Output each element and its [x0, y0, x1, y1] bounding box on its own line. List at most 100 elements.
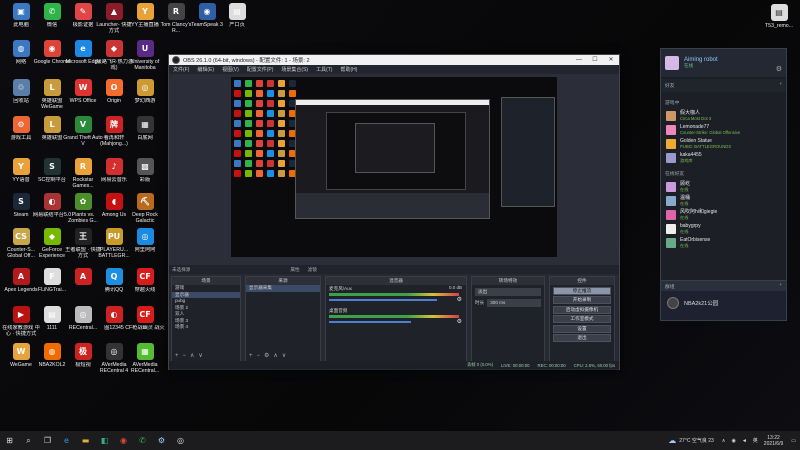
store-icon[interactable]: ◧: [95, 431, 114, 450]
menu-item[interactable]: 编辑(E): [197, 66, 214, 73]
filters-button[interactable]: 滤镜: [308, 267, 317, 273]
obs-window[interactable]: OBS 26.1.0 (64-bit, windows) - 配置文件: 1 -…: [168, 54, 620, 370]
app-icon: ♲: [12, 79, 30, 96]
volume-slider[interactable]: [329, 299, 437, 301]
preview-icon: [245, 90, 252, 97]
friend-item[interactable]: 温桶 在线: [661, 194, 786, 208]
add-group-icon[interactable]: +: [779, 283, 782, 288]
search-icon[interactable]: ⌕: [19, 431, 38, 450]
wechat-icon[interactable]: ✆: [133, 431, 152, 450]
control-button[interactable]: 工作室模式: [553, 315, 611, 323]
network-icon[interactable]: ◉: [731, 438, 735, 444]
app-icon: ▣: [12, 3, 30, 20]
scene-item[interactable]: 场景 4: [172, 324, 240, 331]
friend-status: 在线: [680, 215, 689, 221]
preview-icon: [234, 120, 241, 127]
volume-icon[interactable]: ◄: [742, 438, 747, 444]
desktop-icon[interactable]: ◎ 阿里阿阿: [126, 228, 164, 266]
steam-taskbar-icon[interactable]: ⚙: [152, 431, 171, 450]
obs-taskbar-icon[interactable]: ◎: [171, 431, 190, 450]
friend-item[interactable]: EatOrbisense 在线: [661, 236, 786, 250]
obs-logo-icon: [172, 56, 180, 64]
explorer-icon[interactable]: ▬: [76, 431, 95, 450]
friend-item[interactable]: Lemonade77 Counter-Strike: Global Offensi…: [661, 123, 786, 137]
steam-friends-window[interactable]: Aiming robot 在线 ⚙ 好友 + 游戏中 假大咖人 Circa Mos…: [660, 48, 787, 321]
desktop-icon-label: 彩版: [139, 177, 151, 183]
ime-indicator[interactable]: 英: [753, 437, 758, 444]
sources-panel: 来源 显示器采集 +−⚙∧∨: [245, 276, 321, 362]
friend-item[interactable]: Golden Statue PUBG: BATTLEGROUNDS: [661, 137, 786, 151]
preview-icon: [245, 140, 252, 147]
weather-text[interactable]: 27°C 空气良 23: [679, 437, 714, 444]
menu-item[interactable]: 工具(T): [316, 66, 332, 73]
group-name: NBA2k21公园: [684, 301, 719, 307]
online-friends: 顾屹 在线 温桶 在线 风吹阿hi和giegie 在线 babygrpy 在线 EatOrbis…: [661, 180, 786, 250]
desktop-icon[interactable]: ▤ 产口页: [218, 3, 256, 41]
preview-icon: [267, 80, 274, 87]
friend-item[interactable]: kaka4455 游戏库: [661, 151, 786, 165]
app-icon: A: [74, 268, 92, 285]
friend-item[interactable]: 顾屹 在线: [661, 180, 786, 194]
control-button[interactable]: 启动虚拟摄像机: [553, 305, 611, 314]
control-button[interactable]: 开始录制: [553, 296, 611, 304]
obs-title-bar[interactable]: OBS 26.1.0 (64-bit, windows) - 配置文件: 1 -…: [169, 55, 619, 65]
app-icon: W: [12, 343, 30, 360]
maximize-icon[interactable]: ☐: [587, 55, 603, 65]
minimize-icon[interactable]: —: [571, 55, 587, 65]
desktop-icon[interactable]: ▩ 彩版: [126, 158, 164, 196]
mixer-track: 麦克风/Aux 0.0 dB ⚙: [326, 285, 466, 307]
transition-select[interactable]: 淡出: [475, 288, 541, 296]
duration-input[interactable]: 300 ms: [487, 299, 541, 307]
desktop-icon[interactable]: ▤ T53_remo...: [760, 4, 798, 42]
obs-preview[interactable]: [231, 77, 557, 257]
group-item[interactable]: NBA2k21公园: [661, 291, 786, 315]
preview-icon: [245, 120, 252, 127]
add-friend-icon[interactable]: +: [779, 82, 782, 87]
preview-content: [231, 77, 557, 257]
settings-gear-icon[interactable]: ⚙: [776, 65, 782, 73]
menu-item[interactable]: 场景集合(S): [281, 66, 308, 73]
source-item[interactable]: 显示器采集: [246, 285, 320, 292]
friend-item[interactable]: 风吹阿hi和giegie 在线: [661, 208, 786, 222]
app-icon: ✆: [43, 3, 61, 20]
friends-section-header: 好友 +: [661, 79, 786, 92]
edge-icon[interactable]: e: [57, 431, 76, 450]
speaker-icon[interactable]: ⚙: [457, 296, 462, 303]
preview-desktop-icons: [234, 80, 297, 177]
volume-slider[interactable]: [329, 321, 411, 323]
source-add-remove-icons[interactable]: +−⚙∧∨: [249, 352, 290, 359]
clock[interactable]: 13:22 2021/6/9: [764, 435, 783, 447]
notification-icon[interactable]: ▭: [791, 438, 796, 444]
avatar[interactable]: [665, 56, 679, 70]
menu-item[interactable]: 文件(F): [173, 66, 189, 73]
speaker-icon[interactable]: ⚙: [457, 318, 462, 325]
preview-icon: [245, 150, 252, 157]
control-button[interactable]: 停止推流: [553, 286, 611, 295]
menu-item[interactable]: 配置文件(P): [247, 66, 274, 73]
app-icon: V: [74, 116, 92, 133]
scenes-panel: 场景 游戏 显示器 pubg 场景 2 双人 场景 3 场景 4 +−∧∨: [171, 276, 241, 362]
desktop-icon[interactable]: ◎ 梦幻西游: [126, 79, 164, 117]
friend-status: Counter-Strike: Global Offensive: [680, 130, 741, 136]
properties-button[interactable]: 属性: [290, 267, 299, 273]
tray-chevron-icon[interactable]: ∧: [722, 438, 726, 444]
desktop-icon[interactable]: U University of Manitoba: [126, 40, 164, 78]
scene-add-remove-icons[interactable]: +−∧∨: [175, 352, 207, 359]
app-icon: ♪: [105, 158, 123, 175]
control-button[interactable]: 设置: [553, 324, 611, 333]
desktop-icon[interactable]: CF CF枪战幽灵 战火: [125, 306, 165, 344]
chrome-icon[interactable]: ◉: [114, 431, 133, 450]
desktop-icon[interactable]: ▦ 白底网: [126, 116, 164, 154]
start-icon[interactable]: ⊞: [0, 431, 19, 450]
taskview-icon[interactable]: ❐: [38, 431, 57, 450]
menu-item[interactable]: 帮助(H): [340, 66, 357, 73]
obs-statusbar: 丢帧 0 (0.0%) LIVE: 00:00:00 REC: 00:00:00…: [169, 361, 619, 369]
close-icon[interactable]: ✕: [603, 55, 619, 65]
desktop-icon[interactable]: ⛏ Deep Rock Galactic: [126, 193, 164, 231]
friend-item[interactable]: 假大咖人 Circa Most Dot 3: [661, 109, 786, 123]
menu-item[interactable]: 视图(V): [222, 66, 239, 73]
desktop-icon[interactable]: CF 穿越火线: [126, 268, 164, 306]
control-button[interactable]: 退出: [553, 334, 611, 342]
mixer-panel: 混音器 麦克风/Aux 0.0 dB ⚙ 桌面音频 ⚙: [325, 276, 467, 362]
friend-item[interactable]: babygrpy 在线: [661, 222, 786, 236]
